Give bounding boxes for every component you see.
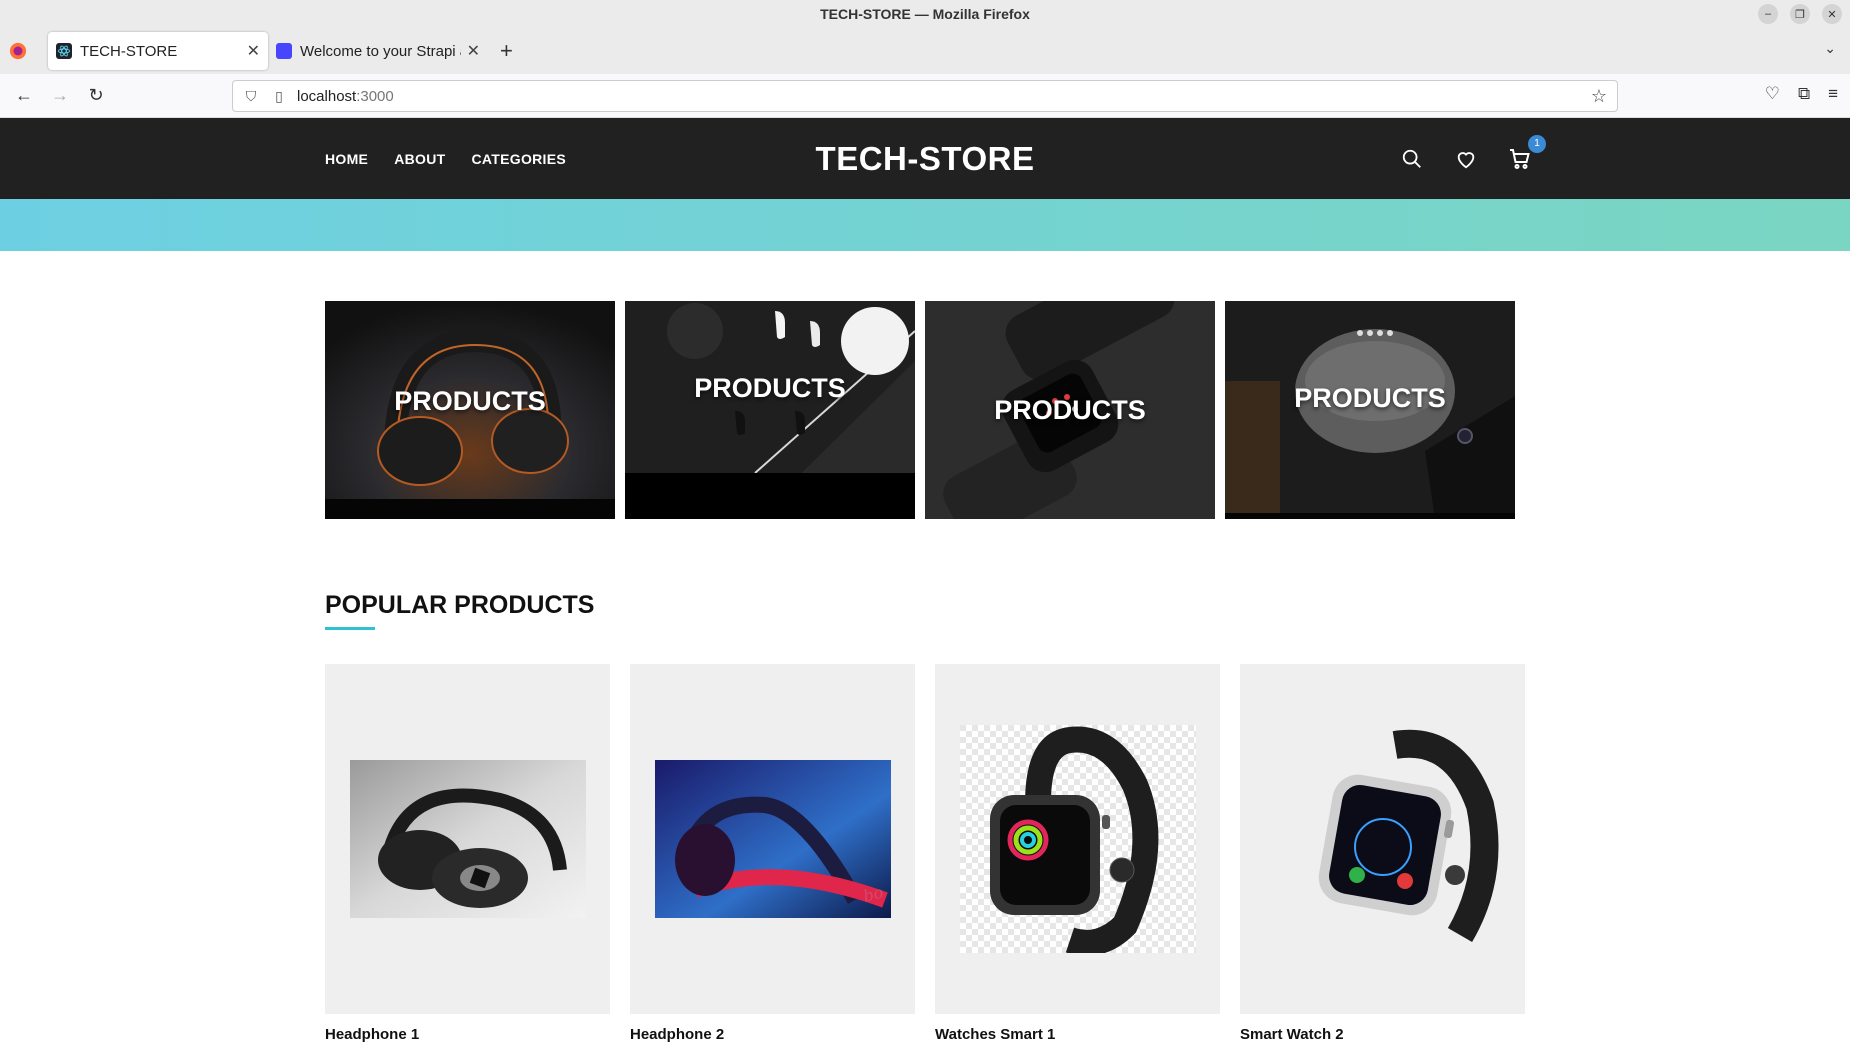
product-grid: Headphone 1 bo Headphone 2 Watches Smart… bbox=[325, 664, 1525, 1043]
category-card[interactable]: PRODUCTS bbox=[925, 301, 1215, 519]
category-label: PRODUCTS bbox=[694, 373, 846, 403]
product-card[interactable]: bo Headphone 2 bbox=[630, 664, 915, 1043]
category-row: PRODUCTS PRODUCTS PRODUCTS PRODUCTS bbox=[325, 301, 1515, 519]
restore-icon[interactable]: ❐ bbox=[1790, 4, 1810, 24]
url-host: localhost bbox=[297, 87, 357, 105]
header-actions: 1 bbox=[1400, 118, 1546, 199]
product-name[interactable]: Headphone 1 bbox=[325, 1026, 610, 1043]
cart-count-badge: 1 bbox=[1528, 134, 1546, 153]
category-label: PRODUCTS bbox=[394, 386, 546, 416]
headphone-image-icon bbox=[349, 760, 586, 918]
category-card[interactable]: PRODUCTS bbox=[625, 301, 915, 519]
strapi-favicon-icon bbox=[276, 43, 292, 59]
product-name[interactable]: Watches Smart 1 bbox=[935, 1026, 1220, 1043]
site-header: HOME ABOUT CATEGORIES TECH-STORE 1 bbox=[0, 118, 1850, 199]
product-thumbnail[interactable] bbox=[1240, 664, 1525, 1014]
section-title: POPULAR PRODUCTS bbox=[325, 591, 595, 619]
firefox-logo-icon[interactable] bbox=[8, 41, 28, 61]
back-icon[interactable]: ← bbox=[6, 85, 42, 106]
page-icon: ▯ bbox=[275, 87, 283, 104]
cart-icon[interactable]: 1 bbox=[1508, 134, 1546, 171]
window-title: TECH-STORE — Mozilla Firefox bbox=[820, 6, 1030, 22]
title-underline bbox=[325, 627, 375, 630]
url-port: :3000 bbox=[356, 87, 394, 105]
category-card[interactable]: PRODUCTS bbox=[325, 301, 615, 519]
nav-categories-link[interactable]: CATEGORIES bbox=[471, 151, 566, 167]
window-controls: – ❐ ✕ bbox=[1758, 4, 1842, 24]
extensions-icon[interactable]: ⧉ bbox=[1798, 84, 1810, 104]
address-bar[interactable]: ⛉ ▯ localhost:3000 ☆ bbox=[232, 80, 1618, 112]
list-all-tabs-icon[interactable]: ⌄ bbox=[1824, 40, 1836, 57]
earbuds-photo-icon bbox=[625, 301, 915, 519]
toolbar-icons: ♡ ⧉ ≡ bbox=[1765, 84, 1838, 104]
close-window-icon[interactable]: ✕ bbox=[1822, 4, 1842, 24]
tab-bar: TECH-STORE ✕ Welcome to your Strapi a ✕ … bbox=[0, 28, 1850, 74]
new-tab-icon[interactable]: + bbox=[500, 38, 513, 64]
close-tab-icon[interactable]: ✕ bbox=[247, 41, 260, 61]
react-favicon-icon bbox=[56, 43, 72, 59]
bookmark-star-icon[interactable]: ☆ bbox=[1591, 86, 1607, 107]
category-label: PRODUCTS bbox=[994, 395, 1146, 425]
minimize-icon[interactable]: – bbox=[1758, 4, 1778, 24]
nav-home-link[interactable]: HOME bbox=[325, 151, 368, 167]
tab-strapi[interactable]: Welcome to your Strapi a ✕ bbox=[268, 32, 488, 70]
nav-about-link[interactable]: ABOUT bbox=[394, 151, 445, 167]
search-icon[interactable] bbox=[1400, 147, 1424, 171]
headphone-image-icon: bo bbox=[654, 760, 891, 918]
site-logo[interactable]: TECH-STORE bbox=[0, 118, 1850, 199]
hero-banner bbox=[0, 199, 1850, 251]
product-card[interactable]: Watches Smart 1 bbox=[935, 664, 1220, 1043]
close-tab-icon[interactable]: ✕ bbox=[467, 41, 480, 61]
window-titlebar: TECH-STORE — Mozilla Firefox – ❐ ✕ bbox=[0, 0, 1850, 28]
product-thumbnail[interactable] bbox=[325, 664, 610, 1014]
shield-icon[interactable]: ⛉ bbox=[241, 88, 261, 105]
tab-label: TECH-STORE bbox=[80, 42, 178, 60]
navigation-toolbar: ← → ↻ ⛉ ▯ localhost:3000 ☆ ♡ ⧉ ≡ bbox=[0, 74, 1850, 118]
reload-icon[interactable]: ↻ bbox=[78, 85, 114, 106]
smartwatch-image-icon bbox=[959, 725, 1196, 953]
product-card[interactable]: Headphone 1 bbox=[325, 664, 610, 1043]
category-card[interactable]: PRODUCTS bbox=[1225, 301, 1515, 519]
menu-icon[interactable]: ≡ bbox=[1828, 84, 1838, 104]
smartwatch-image-icon bbox=[1318, 729, 1498, 943]
product-name[interactable]: Smart Watch 2 bbox=[1240, 1026, 1525, 1043]
forward-icon[interactable]: → bbox=[42, 85, 78, 106]
tab-tech-store[interactable]: TECH-STORE ✕ bbox=[48, 32, 268, 70]
site-nav: HOME ABOUT CATEGORIES bbox=[325, 118, 566, 199]
pocket-icon[interactable]: ♡ bbox=[1765, 84, 1780, 104]
product-name[interactable]: Headphone 2 bbox=[630, 1026, 915, 1043]
product-thumbnail[interactable]: bo bbox=[630, 664, 915, 1014]
category-label: PRODUCTS bbox=[1294, 383, 1446, 413]
product-card[interactable]: Smart Watch 2 bbox=[1240, 664, 1525, 1043]
product-thumbnail[interactable] bbox=[935, 664, 1220, 1014]
tab-label: Welcome to your Strapi a bbox=[300, 42, 461, 60]
wishlist-heart-icon[interactable] bbox=[1454, 147, 1478, 171]
